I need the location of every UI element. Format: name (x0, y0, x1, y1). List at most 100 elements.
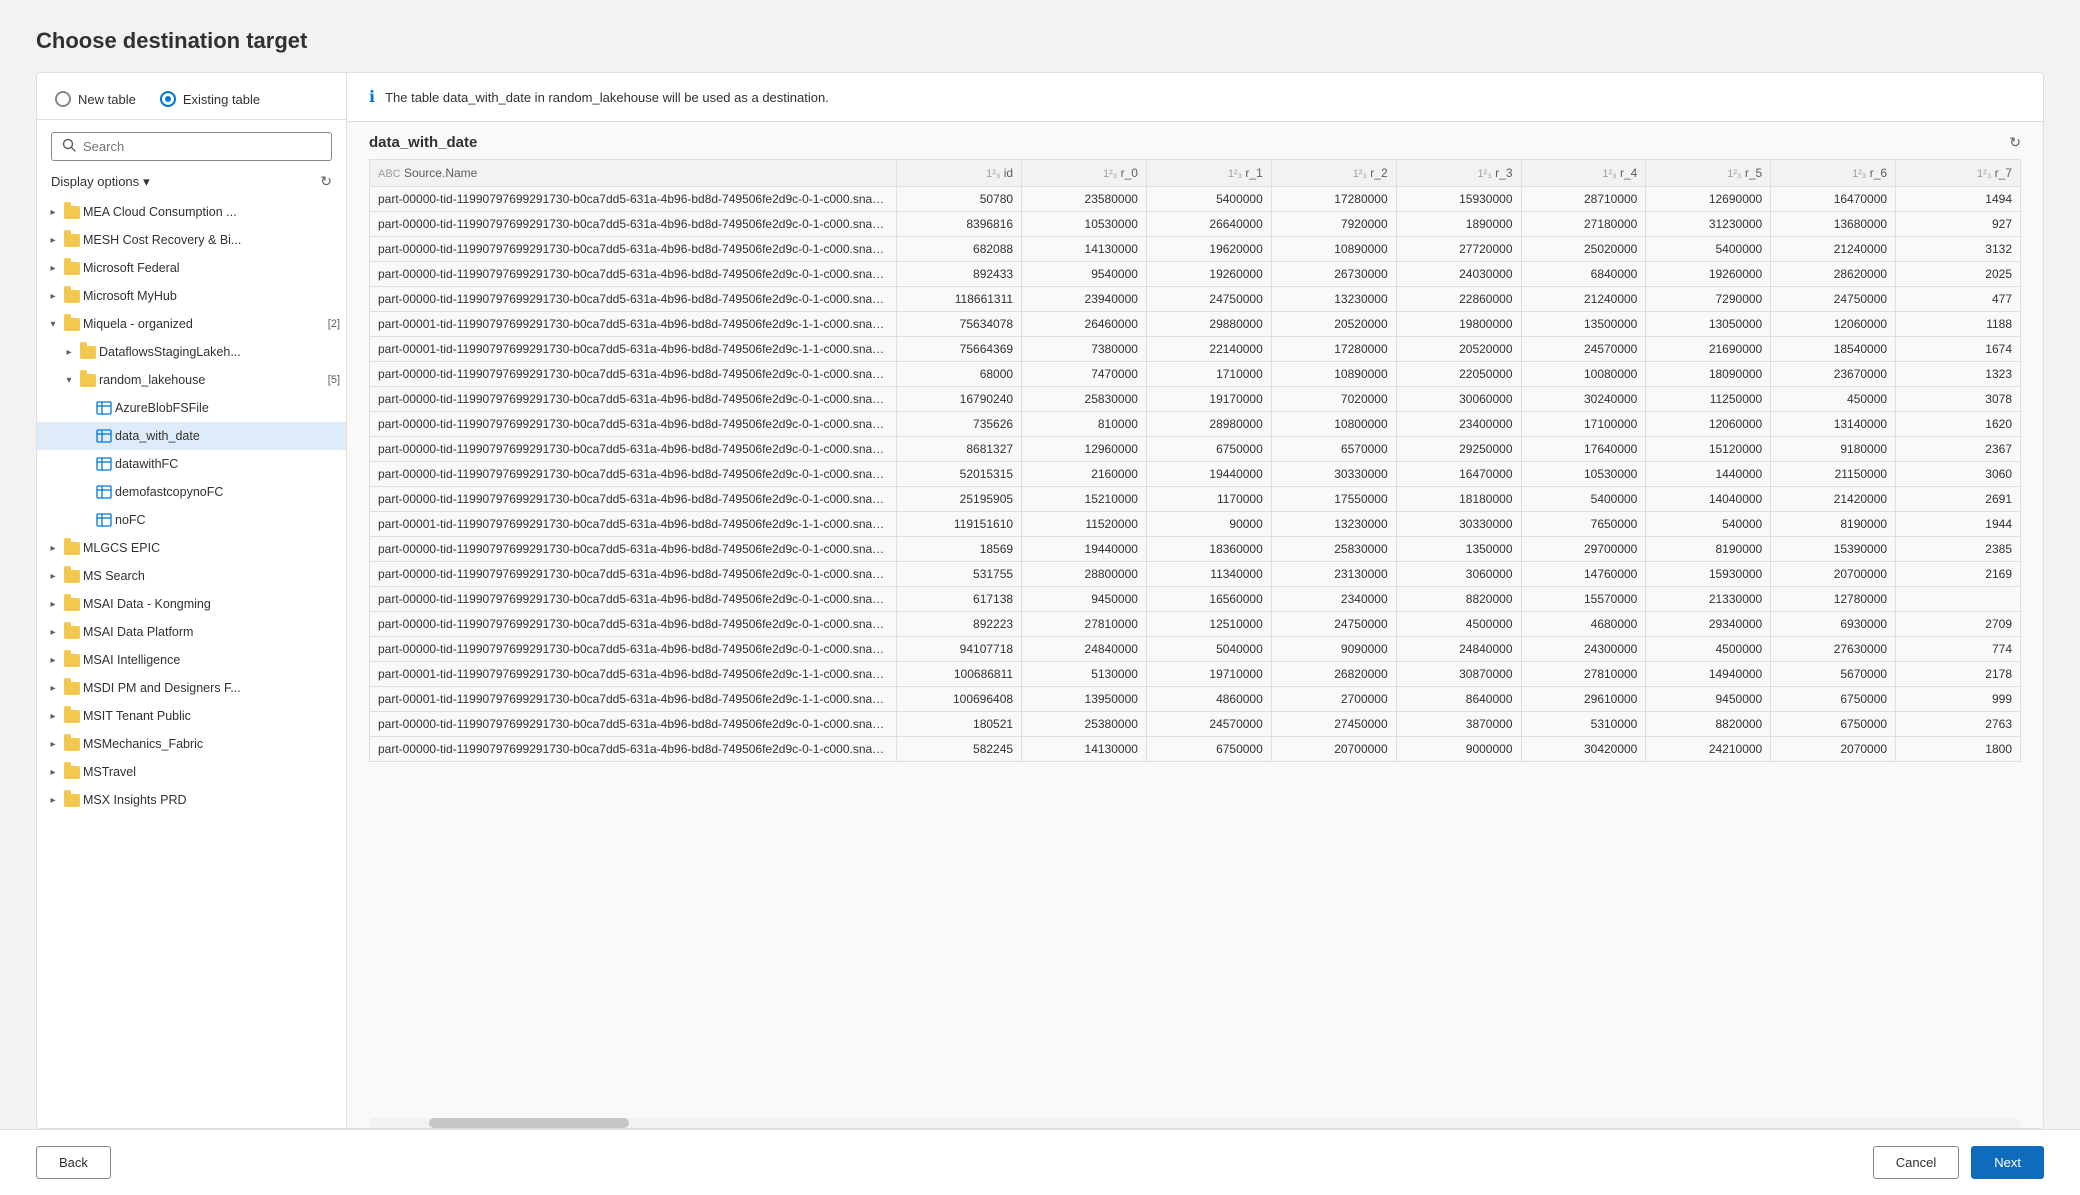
table-row: part-00000-tid-11990797699291730-b0ca7dd… (370, 287, 2021, 312)
table-cell: 11340000 (1146, 562, 1271, 587)
tree-item-msdipmdfs[interactable]: MSDI PM and Designers F... (37, 674, 346, 702)
table-row: part-00001-tid-11990797699291730-b0ca7dd… (370, 687, 2021, 712)
tree-item-mea[interactable]: MEA Cloud Consumption ... (37, 198, 346, 226)
tree-label-datawithdate: data_with_date (115, 429, 340, 443)
table-cell: 1170000 (1146, 487, 1271, 512)
folder-miquela-icon (63, 315, 81, 333)
tree-item-dataflows[interactable]: DataflowsStagingLakeh... (37, 338, 346, 366)
table-cell: 28980000 (1146, 412, 1271, 437)
chevron-mlgcs-icon (45, 540, 61, 556)
tree-item-mstravel[interactable]: MSTravel (37, 758, 346, 786)
tree-item-demofastcopynofc[interactable]: demofastcopynoFC (37, 478, 346, 506)
table-cell: 25830000 (1271, 537, 1396, 562)
table-cell: 774 (1896, 637, 2021, 662)
col-header-r2: 1²₃ r_2 (1271, 160, 1396, 187)
tree-label-datawithfc: datawithFC (115, 457, 340, 471)
tree-item-msmyhub[interactable]: Microsoft MyHub (37, 282, 346, 310)
scrollbar-thumb[interactable] (429, 1118, 629, 1128)
table-cell: 29610000 (1521, 687, 1646, 712)
chevron-msxinsightsprd-icon (45, 792, 61, 808)
table-cell: 68000 (897, 362, 1022, 387)
table-cell: part-00001-tid-11990797699291730-b0ca7dd… (370, 687, 897, 712)
table-cell: 24750000 (1771, 287, 1896, 312)
table-cell: 24750000 (1271, 612, 1396, 637)
display-options-label-text: Display options (51, 174, 139, 189)
back-button[interactable]: Back (36, 1146, 111, 1179)
tree-label-msxinsightsprd: MSX Insights PRD (83, 793, 340, 807)
tree-item-msmechanicsfabric[interactable]: MSMechanics_Fabric (37, 730, 346, 758)
table-cell: 28800000 (1022, 562, 1147, 587)
table-cell: 29340000 (1646, 612, 1771, 637)
table-cell: 24750000 (1146, 287, 1271, 312)
table-cell: 4680000 (1521, 612, 1646, 637)
tree-item-datawithfc[interactable]: datawithFC (37, 450, 346, 478)
tree-item-random[interactable]: random_lakehouse [5] (37, 366, 346, 394)
refresh-icon[interactable]: ↻ (320, 173, 332, 190)
display-options-button[interactable]: Display options ▾ (51, 174, 150, 190)
tree-item-datawithdate[interactable]: data_with_date (37, 422, 346, 450)
tree-item-miquela[interactable]: Miquela - organized [2] (37, 310, 346, 338)
table-title-bar: data_with_date ↻ (347, 122, 2043, 159)
folder-msaiintelligence-icon (63, 651, 81, 669)
tree-item-azureblob[interactable]: AzureBlobFSFile (37, 394, 346, 422)
table-cell: 22140000 (1146, 337, 1271, 362)
existing-table-option[interactable]: Existing table (160, 91, 260, 107)
table-cell: 24030000 (1396, 262, 1521, 287)
table-cell: 21690000 (1646, 337, 1771, 362)
info-text: The table data_with_date in random_lakeh… (385, 90, 829, 105)
table-cell: 582245 (897, 737, 1022, 762)
tree-item-nofc[interactable]: noFC (37, 506, 346, 534)
tree-item-msittenantpublic[interactable]: MSIT Tenant Public (37, 702, 346, 730)
table-cell: 735626 (897, 412, 1022, 437)
table-cell: 2160000 (1022, 462, 1147, 487)
table-refresh-icon[interactable]: ↻ (2009, 134, 2021, 151)
table-cell: 2385 (1896, 537, 2021, 562)
table-cell: part-00000-tid-11990797699291730-b0ca7dd… (370, 637, 897, 662)
tree-item-mesh[interactable]: MESH Cost Recovery & Bi... (37, 226, 346, 254)
tree-container: MEA Cloud Consumption ... MESH Cost Reco… (37, 194, 346, 1128)
col-header-r5: 1²₃ r_5 (1646, 160, 1771, 187)
table-body: part-00000-tid-11990797699291730-b0ca7dd… (370, 187, 2021, 762)
table-cell: 5400000 (1646, 237, 1771, 262)
table-cell: 30330000 (1271, 462, 1396, 487)
tree-item-msaidataplatform[interactable]: MSAI Data Platform (37, 618, 346, 646)
new-table-radio[interactable] (55, 91, 71, 107)
tree-item-mssearch[interactable]: MS Search (37, 562, 346, 590)
footer-right-actions: Cancel Next (1873, 1146, 2044, 1179)
table-row: part-00000-tid-11990797699291730-b0ca7dd… (370, 262, 2021, 287)
table-cell: 13680000 (1771, 212, 1896, 237)
new-table-label: New table (78, 92, 136, 107)
tree-item-mlgcs[interactable]: MLGCS EPIC (37, 534, 346, 562)
table-cell: 18360000 (1146, 537, 1271, 562)
cancel-button[interactable]: Cancel (1873, 1146, 1959, 1179)
table-cell: 15390000 (1771, 537, 1896, 562)
tree-item-msaiintelligence[interactable]: MSAI Intelligence (37, 646, 346, 674)
search-input[interactable] (83, 139, 321, 154)
new-table-option[interactable]: New table (55, 91, 136, 107)
table-cell: 24210000 (1646, 737, 1771, 762)
table-cell: 27810000 (1022, 612, 1147, 637)
table-cell: 2709 (1896, 612, 2021, 637)
table-cell: 1323 (1896, 362, 2021, 387)
horizontal-scrollbar[interactable] (369, 1118, 2021, 1128)
tree-label-msaiintelligence: MSAI Intelligence (83, 653, 340, 667)
tree-item-msxinsightsprd[interactable]: MSX Insights PRD (37, 786, 346, 814)
table-cell: 2691 (1896, 487, 2021, 512)
table-cell: 19440000 (1146, 462, 1271, 487)
table-cell: 21240000 (1771, 237, 1896, 262)
next-button[interactable]: Next (1971, 1146, 2044, 1179)
table-cell: 8820000 (1646, 712, 1771, 737)
tree-item-msfederal[interactable]: Microsoft Federal (37, 254, 346, 282)
table-cell: 2367 (1896, 437, 2021, 462)
tree-item-msaidatakong[interactable]: MSAI Data - Kongming (37, 590, 346, 618)
col-header-r0: 1²₃ r_0 (1022, 160, 1147, 187)
table-cell: 3078 (1896, 387, 2021, 412)
tree-label-azureblob: AzureBlobFSFile (115, 401, 340, 415)
tree-label-nofc: noFC (115, 513, 340, 527)
chevron-msittenantpublic-icon (45, 708, 61, 724)
table-cell: 20520000 (1396, 337, 1521, 362)
table-cell: part-00000-tid-11990797699291730-b0ca7dd… (370, 737, 897, 762)
existing-table-radio[interactable] (160, 91, 176, 107)
tree-label-miquela: Miquela - organized (83, 317, 322, 331)
table-cell: part-00000-tid-11990797699291730-b0ca7dd… (370, 462, 897, 487)
